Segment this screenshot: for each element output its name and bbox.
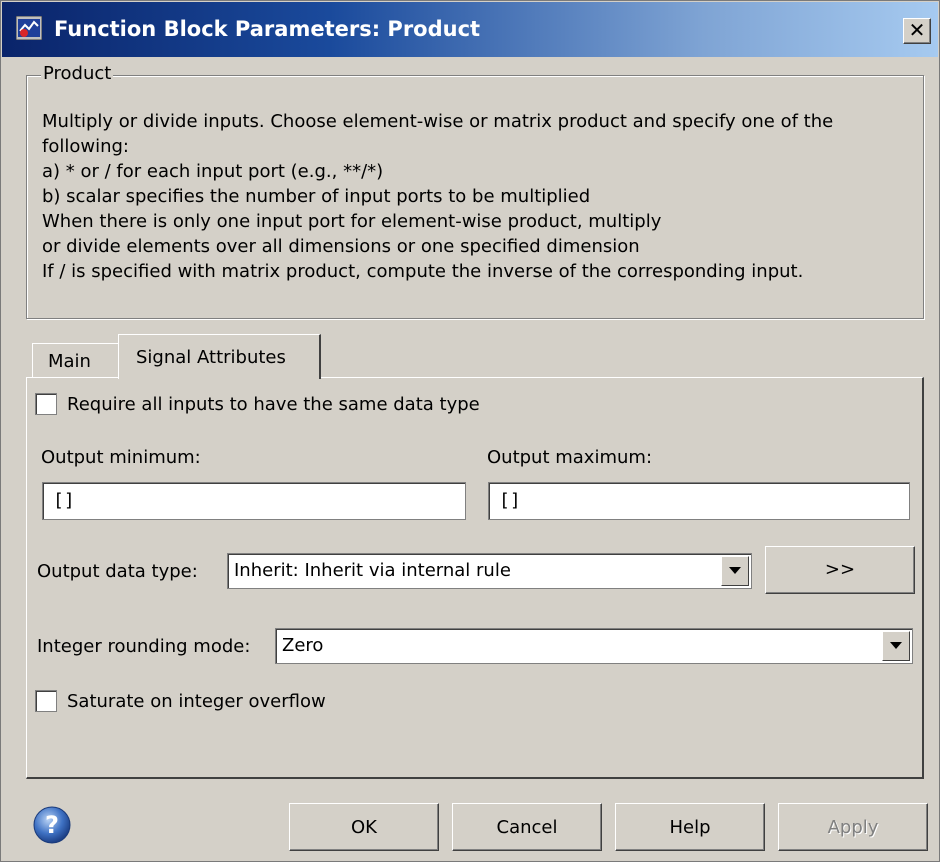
apply-button[interactable]: Apply — [778, 803, 928, 851]
block-description: Multiply or divide inputs. Choose elemen… — [42, 109, 912, 284]
title-bar[interactable]: Function Block Parameters: Product ✕ — [2, 2, 938, 57]
cancel-button-label: Cancel — [496, 817, 558, 838]
rounding-mode-dropdown-button[interactable] — [882, 631, 910, 661]
saturate-checkbox[interactable] — [35, 690, 57, 712]
window-title: Function Block Parameters: Product — [54, 17, 481, 41]
question-circle-icon[interactable]: ? — [32, 805, 72, 845]
tab-signal-attributes-label: Signal Attributes — [136, 347, 286, 368]
saturate-label: Saturate on integer overflow — [67, 691, 326, 712]
cancel-button[interactable]: Cancel — [452, 803, 602, 851]
ok-button[interactable]: OK — [289, 803, 439, 851]
close-button[interactable]: ✕ — [903, 18, 931, 44]
output-data-type-value: Inherit: Inherit via internal rule — [234, 560, 511, 581]
output-data-type-select[interactable]: Inherit: Inherit via internal rule — [227, 553, 752, 589]
description-line: If / is specified with matrix product, c… — [42, 261, 804, 282]
chevron-down-icon — [729, 567, 741, 574]
data-type-assistant-label: >> — [824, 559, 856, 580]
apply-button-label: Apply — [827, 817, 879, 838]
output-data-type-label: Output data type: — [37, 561, 198, 582]
output-maximum-label: Output maximum: — [487, 447, 653, 468]
tab-main-label: Main — [48, 351, 91, 372]
output-maximum-field[interactable]: [] — [488, 482, 910, 520]
ok-button-label: OK — [351, 817, 377, 838]
rounding-mode-label: Integer rounding mode: — [37, 636, 251, 657]
close-icon: ✕ — [908, 18, 926, 42]
group-legend: Product — [41, 63, 114, 84]
description-line: Multiply or divide inputs. Choose elemen… — [42, 111, 834, 132]
tab-signal-attributes[interactable]: Signal Attributes — [118, 334, 321, 379]
svg-text:?: ? — [45, 811, 59, 839]
require-same-type-checkbox[interactable] — [35, 393, 57, 415]
output-minimum-label: Output minimum: — [41, 447, 201, 468]
data-type-assistant-button[interactable]: >> — [765, 546, 915, 594]
chevron-down-icon — [890, 642, 902, 649]
require-same-type-label: Require all inputs to have the same data… — [67, 394, 480, 415]
help-button-label: Help — [669, 817, 711, 838]
output-data-type-dropdown-button[interactable] — [721, 556, 749, 586]
output-minimum-field[interactable]: [] — [42, 482, 466, 520]
rounding-mode-select[interactable]: Zero — [275, 628, 913, 664]
description-line: or divide elements over all dimensions o… — [42, 236, 640, 257]
rounding-mode-value: Zero — [282, 635, 324, 656]
help-button[interactable]: Help — [615, 803, 765, 851]
tab-main[interactable]: Main — [32, 343, 120, 378]
description-line: When there is only one input port for el… — [42, 211, 662, 232]
description-line: b) scalar specifies the number of input … — [42, 186, 591, 207]
description-line: a) * or / for each input port (e.g., **/… — [42, 161, 384, 182]
simulink-block-icon — [16, 16, 42, 40]
description-line: following: — [42, 136, 129, 157]
dialog-window: Function Block Parameters: Product ✕ Pro… — [0, 0, 940, 862]
